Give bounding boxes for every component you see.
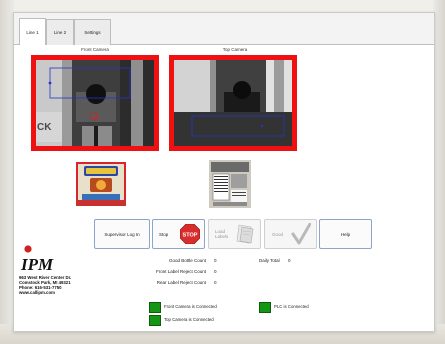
- top-camera-status-indicator: [149, 315, 161, 326]
- help-button-label: Help: [340, 231, 351, 237]
- good-button-label: Good: [272, 231, 284, 237]
- plc-status-indicator: [259, 302, 271, 313]
- tab-line-2[interactable]: Line 2: [46, 19, 74, 45]
- front-camera-view: CK: [31, 55, 159, 151]
- top-label-thumbnail: [209, 160, 251, 208]
- front-label-thumbnail: [76, 162, 126, 206]
- top-camera-status-label: Top Camera is Connected: [164, 317, 214, 322]
- svg-text:CK: CK: [37, 122, 52, 133]
- front-label-reject-count-label: Front Label Reject Count: [155, 269, 206, 274]
- front-camera-status-indicator: [149, 302, 161, 313]
- top-camera-image: [174, 60, 292, 146]
- stop-sign-text: STOP: [183, 233, 198, 239]
- stop-button[interactable]: Stop STOP: [152, 219, 205, 249]
- logo-text: IPM: [20, 255, 54, 273]
- front-camera-status-label: Front Camera is Connected: [164, 304, 217, 309]
- stop-sign-icon: STOP: [179, 223, 201, 245]
- inspection-window: Line 1 Line 2 Settings Front Camera Top …: [13, 12, 435, 332]
- help-button[interactable]: Help: [319, 219, 372, 249]
- tab-bar: Line 1 Line 2 Settings: [14, 13, 434, 45]
- tab-settings[interactable]: Settings: [74, 19, 111, 45]
- tab-line-1-label: Line 1: [26, 29, 39, 35]
- front-camera-title: Front Camera: [81, 47, 109, 52]
- front-camera-image: CK: [36, 60, 154, 146]
- tab-line-1[interactable]: Line 1: [19, 18, 46, 45]
- checkmark-icon: [291, 222, 312, 246]
- supervisor-login-button[interactable]: Supervisor Log In: [94, 219, 150, 249]
- top-camera-view: [169, 55, 297, 151]
- stop-button-label: Stop: [159, 231, 169, 237]
- tab-settings-label: Settings: [84, 30, 101, 35]
- good-bottle-count-label: Good Bottle Count: [168, 258, 206, 263]
- ipm-logo: IPM: [19, 245, 63, 274]
- address-website: www.callipm.com: [19, 290, 55, 295]
- good-button[interactable]: Good: [264, 219, 317, 249]
- daily-total-value: 0: [288, 258, 291, 263]
- front-label-reject-count-value: 0: [214, 269, 217, 274]
- load-labels-label: Load Labels: [215, 229, 229, 239]
- plc-status-label: PLC is Connected: [274, 304, 309, 309]
- tab-line-2-label: Line 2: [53, 30, 67, 35]
- rear-label-reject-count-label: Rear Label Reject Count: [156, 280, 206, 285]
- daily-total-label: Daily Total: [259, 258, 280, 263]
- rear-label-reject-count-value: 0: [214, 280, 217, 285]
- good-bottle-count-value: 0: [214, 258, 217, 263]
- desktop-background-left: [0, 0, 14, 344]
- labels-icon: [235, 223, 255, 246]
- load-labels-button[interactable]: Load Labels: [208, 219, 261, 249]
- supervisor-login-label: Supervisor Log In: [104, 231, 140, 237]
- top-camera-title: Top Camera: [222, 47, 248, 52]
